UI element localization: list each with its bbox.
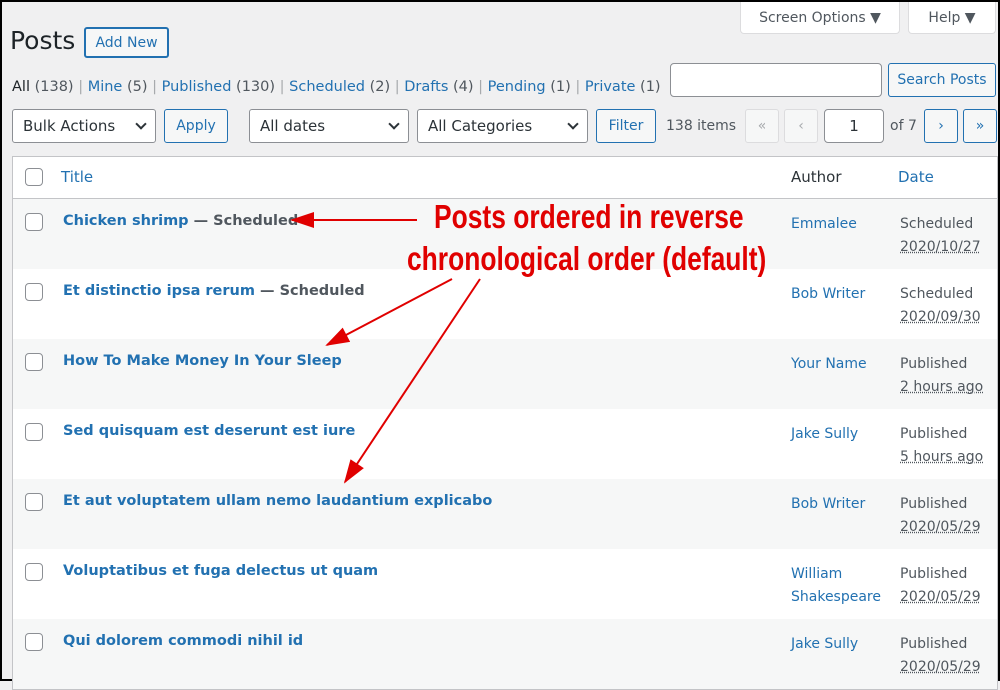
- arrow-to-row-5: [343, 278, 481, 484]
- arrow-to-row-3: [325, 278, 453, 346]
- annotation-line-1: Posts ordered in reverse: [434, 198, 744, 235]
- annotation-arrows: [290, 212, 481, 484]
- annotation-line-2: chronological order (default): [407, 240, 767, 277]
